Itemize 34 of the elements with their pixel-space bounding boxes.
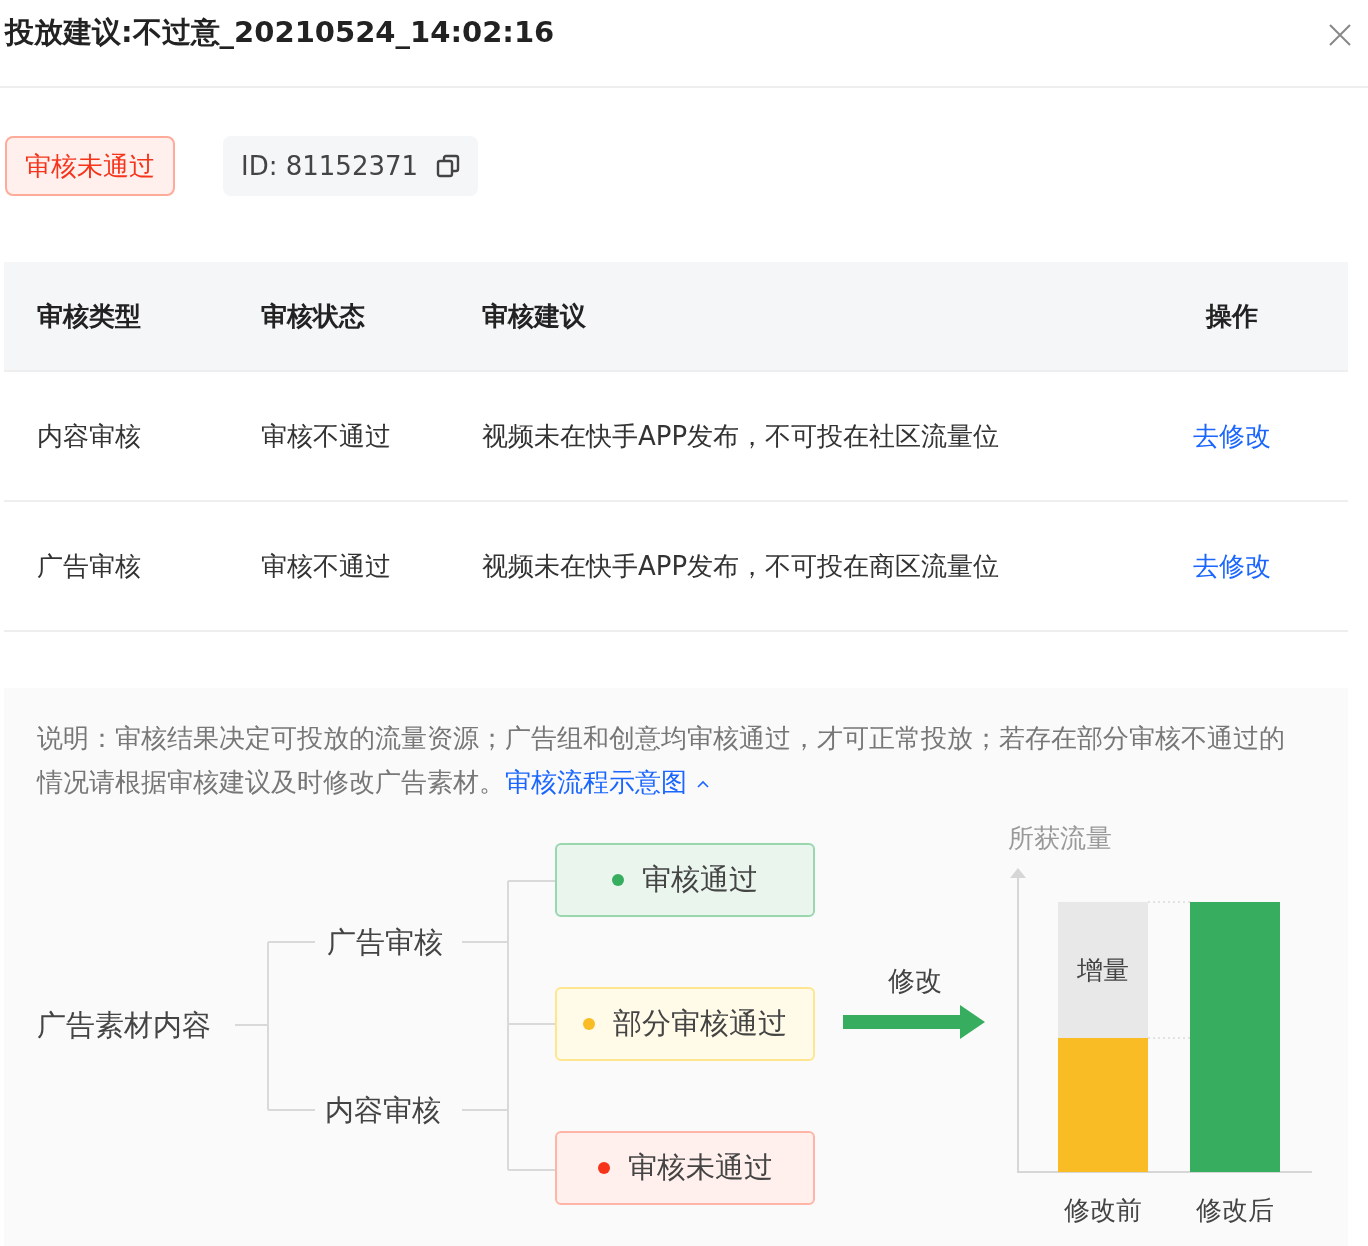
category-label: 修改后 [1195,1194,1275,1227]
arrow-label: 修改 [888,964,942,998]
axis-label: 所获流量 [1008,822,1112,855]
root-label: 广告素材内容 [37,1007,211,1044]
column-header: 操作 [1204,299,1259,333]
status-dot-icon [612,874,624,886]
category-label: 修改前 [1063,1194,1143,1227]
branch-label: 广告审核 [327,924,443,961]
table-cell-text: 审核不通过 [261,549,392,583]
column-header: 审核建议 [482,299,587,333]
table-cell-text: 视频未在快手APP发布，不可投在社区流量位 [482,419,1001,453]
status-dot-icon [583,1018,595,1030]
table-cell-text: 内容审核 [37,419,142,453]
bar-label: 增量 [1076,954,1130,987]
explanation-text: 说明：审核结果决定可投放的流量资源；广告组和创意均审核通过，才可正常投放；若存在部分审核不通过的情况请根据审核建议及时修改广告素材。审核流程示意图 [35,722,1286,799]
edit-link[interactable]: 去修改 [1193,550,1271,581]
status-dot-icon [597,1162,610,1174]
outcome-label: 审核未通过 [627,1149,773,1186]
column-header: 审核状态 [261,299,366,333]
close-icon[interactable] [1328,23,1352,47]
branch-label: 内容审核 [325,1092,441,1129]
outcome-label: 审核通过 [642,861,758,898]
id-text: ID: 81152371 [241,151,419,181]
table-cell-text: 视频未在快手APP发布，不可投在商区流量位 [482,549,1001,583]
arrow-icon [843,1005,985,1039]
status-tag: 审核未通过 [5,136,175,196]
table-cell-text: 广告审核 [37,549,142,583]
column-header: 审核类型 [37,299,142,333]
edit-link[interactable]: 去修改 [1193,420,1271,451]
outcome-label: 部分审核通过 [613,1005,787,1042]
table-cell-text: 审核不通过 [261,419,392,453]
copy-icon[interactable] [436,154,461,178]
dialog-title: 投放建议:不过意_20210524_14:02:16 [5,14,555,51]
diagram-link[interactable]: 审核流程示意图 [505,767,711,797]
